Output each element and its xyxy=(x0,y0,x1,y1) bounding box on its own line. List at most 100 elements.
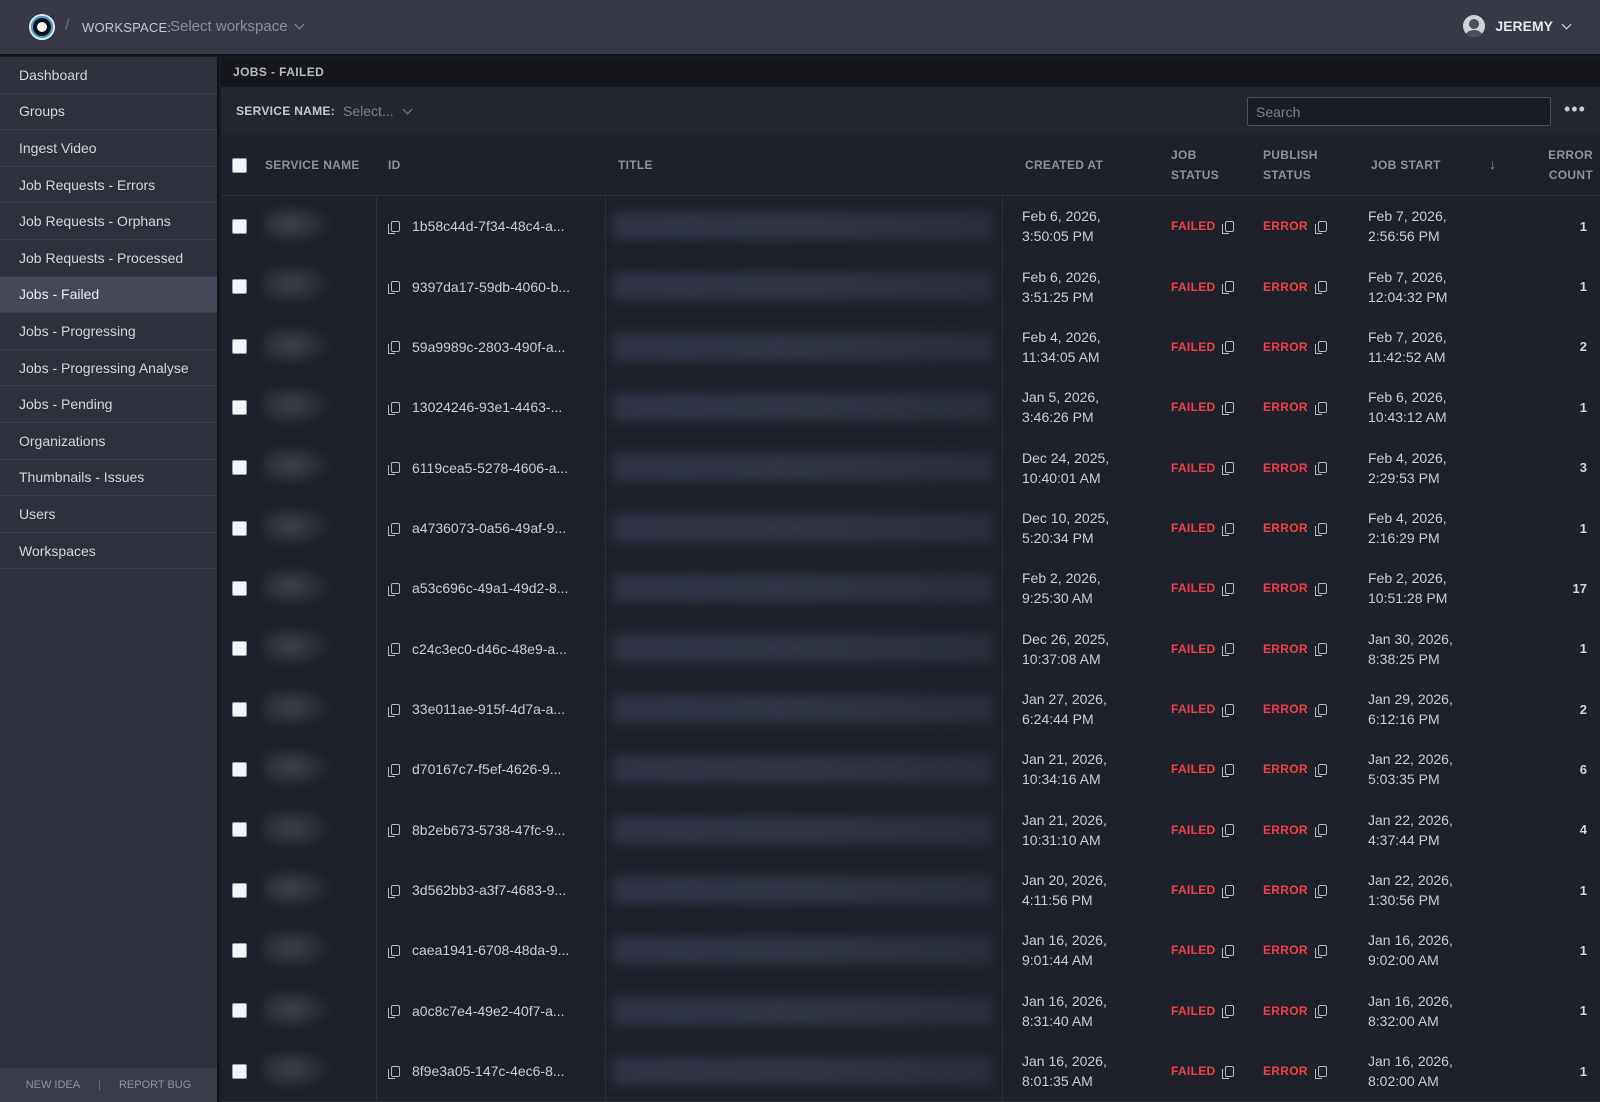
copy-icon[interactable] xyxy=(1314,281,1327,295)
sidebar-item-thumbnails-issues[interactable]: Thumbnails - Issues xyxy=(0,460,217,497)
copy-icon[interactable] xyxy=(388,703,400,717)
copy-icon[interactable] xyxy=(388,281,400,295)
copy-icon[interactable] xyxy=(1222,341,1235,355)
row-checkbox[interactable] xyxy=(232,218,247,234)
report-bug-link[interactable]: REPORT BUG xyxy=(119,1079,191,1091)
table-row[interactable]: c24c3ec0-d46c-48e9-a... Dec 26, 2025, 10:3… xyxy=(221,618,1600,680)
sidebar-item-jobs-failed[interactable]: Jobs - Failed xyxy=(0,276,217,314)
copy-icon[interactable] xyxy=(1222,884,1235,898)
row-checkbox[interactable] xyxy=(232,279,247,295)
copy-icon[interactable] xyxy=(1314,1005,1327,1019)
copy-icon[interactable] xyxy=(1314,763,1327,777)
sidebar-item-dashboard[interactable]: Dashboard xyxy=(0,57,217,94)
sort-descending-icon[interactable]: ↓ xyxy=(1489,154,1496,174)
table-row[interactable]: 8f9e3a05-147c-4ec6-8... Jan 16, 2026, 8:01… xyxy=(221,1040,1600,1102)
copy-icon[interactable] xyxy=(1314,401,1327,415)
row-checkbox[interactable] xyxy=(232,520,247,536)
copy-icon[interactable] xyxy=(1222,522,1235,536)
copy-icon[interactable] xyxy=(1314,944,1327,958)
copy-icon[interactable] xyxy=(1314,522,1327,536)
row-checkbox[interactable] xyxy=(232,460,247,476)
table-row[interactable]: 59a9989c-2803-490f-a... Feb 4, 2026, 11:34… xyxy=(221,316,1600,379)
copy-icon[interactable] xyxy=(1222,462,1235,476)
copy-icon[interactable] xyxy=(388,1065,400,1079)
sidebar-item-ingest-video[interactable]: Ingest Video xyxy=(0,130,217,167)
copy-icon[interactable] xyxy=(1314,1065,1327,1079)
app-logo-icon[interactable] xyxy=(29,14,55,40)
copy-icon[interactable] xyxy=(388,884,400,898)
search-input[interactable] xyxy=(1247,97,1551,126)
copy-icon[interactable] xyxy=(1222,763,1235,777)
copy-icon[interactable] xyxy=(388,220,400,234)
table-row[interactable]: 1b58c44d-7f34-48c4-a... Feb 6, 2026, 3:50:… xyxy=(221,196,1600,258)
copy-icon[interactable] xyxy=(1222,281,1235,295)
sidebar-item-workspaces[interactable]: Workspaces xyxy=(0,533,217,570)
copy-icon[interactable] xyxy=(388,643,400,657)
sidebar-item-jobs-pending[interactable]: Jobs - Pending xyxy=(0,386,217,423)
sidebar-item-users[interactable]: Users xyxy=(0,496,217,533)
sidebar-item-jobs-progressing[interactable]: Jobs - Progressing xyxy=(0,313,217,350)
more-options-icon[interactable]: ••• xyxy=(1564,99,1586,120)
table-row[interactable]: d70167c7-f5ef-4626-9... Jan 21, 2026, 10:3… xyxy=(221,739,1600,801)
table-row[interactable]: caea1941-6708-48da-9... Jan 16, 2026, 9:01… xyxy=(221,920,1600,982)
copy-icon[interactable] xyxy=(1222,643,1235,657)
user-menu[interactable]: JEREMY xyxy=(1463,15,1572,37)
copy-icon[interactable] xyxy=(1314,462,1327,476)
copy-icon[interactable] xyxy=(1314,824,1327,838)
table-row[interactable]: 13024246-93e1-4463-... Jan 5, 2026, 3:46:2… xyxy=(221,377,1600,439)
column-header-job-start[interactable]: JOB START xyxy=(1371,155,1441,175)
table-row[interactable]: a53c696c-49a1-49d2-8... Feb 2, 2026, 9:25:… xyxy=(221,558,1600,620)
copy-icon[interactable] xyxy=(388,341,400,355)
copy-icon[interactable] xyxy=(388,824,400,838)
row-checkbox[interactable] xyxy=(232,1003,247,1019)
sidebar-item-jobs-progressing-analyse[interactable]: Jobs - Progressing Analyse xyxy=(0,350,217,387)
copy-icon[interactable] xyxy=(388,401,400,415)
sidebar-item-job-requests-errors[interactable]: Job Requests - Errors xyxy=(0,167,217,204)
column-header-title[interactable]: TITLE xyxy=(618,155,653,175)
workspace-select[interactable]: Select workspace xyxy=(170,18,305,35)
column-header-service-name[interactable]: SERVICE NAME xyxy=(265,155,360,175)
table-row[interactable]: 9397da17-59db-4060-b... Feb 6, 2026, 3:51:… xyxy=(221,256,1600,318)
copy-icon[interactable] xyxy=(1222,401,1235,415)
column-header-publish-status[interactable]: PUBLISH STATUS xyxy=(1263,145,1318,185)
row-checkbox[interactable] xyxy=(232,641,247,657)
copy-icon[interactable] xyxy=(388,1005,400,1019)
row-checkbox[interactable] xyxy=(232,339,247,355)
copy-icon[interactable] xyxy=(1222,824,1235,838)
copy-icon[interactable] xyxy=(1314,703,1327,717)
table-row[interactable]: 8b2eb673-5738-47fc-9... Jan 21, 2026, 10:3… xyxy=(221,799,1600,861)
sidebar-item-groups[interactable]: Groups xyxy=(0,94,217,131)
sidebar-item-job-requests-orphans[interactable]: Job Requests - Orphans xyxy=(0,203,217,240)
row-checkbox[interactable] xyxy=(232,701,247,717)
copy-icon[interactable] xyxy=(388,582,400,596)
copy-icon[interactable] xyxy=(1314,341,1327,355)
copy-icon[interactable] xyxy=(388,522,400,536)
copy-icon[interactable] xyxy=(1222,220,1235,234)
copy-icon[interactable] xyxy=(388,462,400,476)
select-all-checkbox[interactable] xyxy=(232,158,247,173)
sidebar-item-job-requests-processed[interactable]: Job Requests - Processed xyxy=(0,240,217,277)
column-header-created-at[interactable]: CREATED AT xyxy=(1025,155,1103,175)
row-checkbox[interactable] xyxy=(232,882,247,898)
table-row[interactable]: a4736073-0a56-49af-9... Dec 10, 2025, 5:20… xyxy=(221,497,1600,560)
table-row[interactable]: 3d562bb3-a3f7-4683-9... Jan 20, 2026, 4:11… xyxy=(221,859,1600,922)
row-checkbox[interactable] xyxy=(232,822,247,838)
copy-icon[interactable] xyxy=(1314,220,1327,234)
column-header-error-count[interactable]: ERROR COUNT xyxy=(1543,145,1593,185)
sidebar-item-organizations[interactable]: Organizations xyxy=(0,423,217,460)
copy-icon[interactable] xyxy=(1222,582,1235,596)
copy-icon[interactable] xyxy=(1222,944,1235,958)
table-row[interactable]: a0c8c7e4-49e2-40f7-a... Jan 16, 2026, 8:31… xyxy=(221,980,1600,1043)
copy-icon[interactable] xyxy=(388,944,400,958)
column-header-id[interactable]: ID xyxy=(388,155,401,175)
copy-icon[interactable] xyxy=(1222,703,1235,717)
copy-icon[interactable] xyxy=(1314,582,1327,596)
service-name-filter-select[interactable]: Select... xyxy=(343,103,413,119)
copy-icon[interactable] xyxy=(388,763,400,777)
copy-icon[interactable] xyxy=(1314,884,1327,898)
column-header-job-status[interactable]: JOB STATUS xyxy=(1171,145,1219,185)
table-row[interactable]: 6119cea5-5278-4606-a... Dec 24, 2025, 10:4… xyxy=(221,437,1600,499)
new-idea-link[interactable]: NEW IDEA xyxy=(26,1079,80,1091)
row-checkbox[interactable] xyxy=(232,580,247,596)
table-row[interactable]: 33e011ae-915f-4d7a-a... Jan 27, 2026, 6:24… xyxy=(221,678,1600,741)
